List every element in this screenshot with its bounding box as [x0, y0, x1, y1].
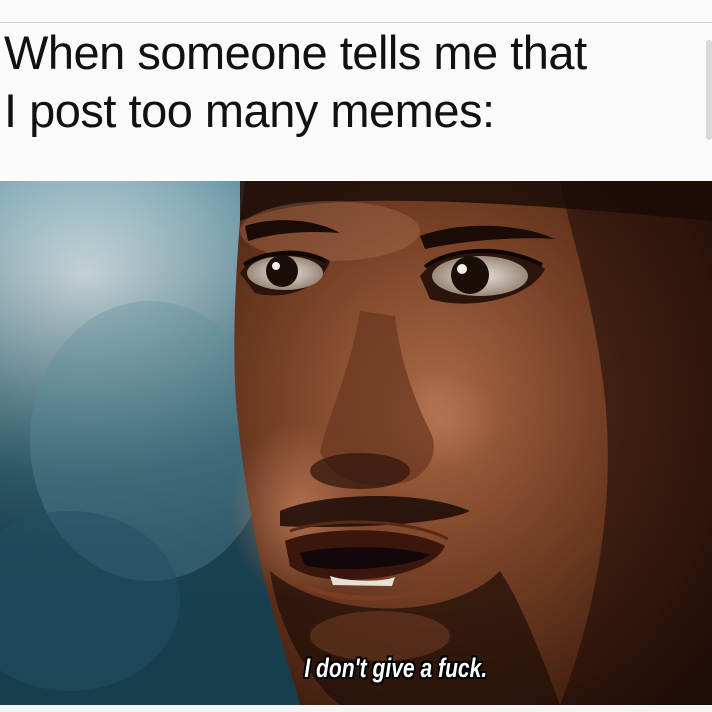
- meme-card: When someone tells me that I post too ma…: [0, 0, 712, 712]
- movie-subtitle: I don't give a fuck.: [304, 653, 488, 683]
- meme-caption: When someone tells me that I post too ma…: [4, 24, 704, 140]
- movie-still-photo: [0, 181, 712, 705]
- scrollbar-hint: [706, 40, 712, 140]
- bottom-border: [0, 705, 712, 712]
- top-divider: [0, 22, 712, 23]
- caption-line-2: I post too many memes:: [4, 84, 495, 137]
- caption-line-1: When someone tells me that: [4, 26, 587, 79]
